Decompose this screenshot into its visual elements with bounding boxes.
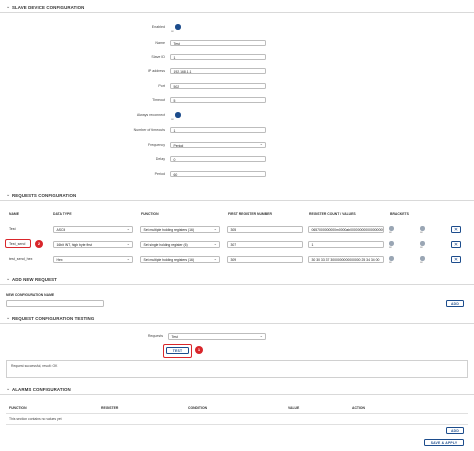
slave-field-label: Delay	[155, 157, 165, 161]
delete-request-button[interactable]: ✕	[451, 226, 461, 233]
request-data-type-select[interactable]: ASCII	[53, 226, 133, 233]
slave-field-input[interactable]: 0	[170, 155, 266, 162]
col-brackets: BRACKETS	[390, 212, 409, 216]
slave-field-label: Port	[158, 84, 165, 88]
request-function-select[interactable]: Set single holding register (6)	[140, 241, 220, 248]
alarm-col-value: VALUE	[288, 406, 300, 410]
request-brackets-toggle[interactable]: on	[389, 256, 405, 264]
new-config-name-input[interactable]	[6, 300, 104, 307]
slave-field-toggle[interactable]: on	[171, 112, 181, 121]
request-enable-toggle[interactable]: on	[420, 226, 436, 234]
alarm-col-register: REGISTER	[101, 406, 119, 410]
toggle-knob	[175, 24, 181, 30]
slave-field-label: Timeout	[152, 98, 165, 102]
slave-field-input[interactable]: 192.168.1.1	[170, 67, 266, 74]
request-function-select[interactable]: Set multiple holding registers (16)	[140, 226, 220, 233]
callout-badge-2: 2	[35, 240, 43, 248]
request-first-register-input[interactable]: 307	[227, 241, 303, 248]
col-name: NAME	[9, 212, 19, 216]
testing-section-header[interactable]: ⌄ REQUEST CONFIGURATION TESTING	[0, 314, 474, 324]
col-first-register: FIRST REGISTER NUMBER	[228, 212, 272, 216]
slave-field-input[interactable]: 5	[170, 96, 266, 103]
slave-section-title: SLAVE DEVICE CONFIGURATION	[12, 5, 85, 10]
request-row-name: Test	[9, 227, 16, 231]
close-icon: ✕	[453, 227, 459, 233]
request-brackets-toggle[interactable]: on	[389, 241, 405, 249]
request-register-count-input[interactable]: 0657000000000m0000ab0000000000000000000	[308, 226, 384, 233]
slave-field-label: Frequency	[148, 143, 165, 147]
requests-section-header[interactable]: ⌄ REQUESTS CONFIGURATION	[0, 191, 474, 201]
testing-section-title: REQUEST CONFIGURATION TESTING	[12, 316, 95, 321]
slave-field-input[interactable]: 60	[170, 170, 266, 177]
slave-field-label: Always reconnect	[136, 113, 165, 117]
toggle-state-text: on	[389, 245, 392, 249]
alarms-section-header[interactable]: ⌄ ALARMS CONFIGURATION	[0, 385, 474, 395]
request-data-type-select[interactable]: 16bit INT, high byte first	[53, 241, 133, 248]
slave-field-toggle[interactable]: on	[171, 24, 181, 33]
close-icon: ✕	[453, 257, 459, 263]
alarms-header-divider	[6, 413, 468, 414]
add-request-section-header[interactable]: ⌄ ADD NEW REQUEST	[0, 275, 474, 285]
add-request-section-title: ADD NEW REQUEST	[12, 277, 57, 282]
toggle-state-text: on	[389, 260, 392, 264]
slave-field-label: IP address	[147, 69, 165, 73]
slave-field-label: Number of timeouts	[133, 128, 165, 132]
slave-field-input[interactable]: 502	[170, 82, 266, 89]
slave-field-select[interactable]: Period	[170, 141, 266, 148]
slave-field-label: Name	[155, 41, 165, 45]
request-enable-toggle[interactable]: on	[420, 256, 436, 264]
request-first-register-input[interactable]: 305	[227, 226, 303, 233]
request-data-type-select[interactable]: Hex	[53, 256, 133, 263]
close-icon: ✕	[453, 242, 459, 248]
toggle-state-text: on	[171, 29, 174, 33]
slave-field-input[interactable]: 1	[170, 53, 266, 60]
slave-field-input[interactable]: 1	[170, 126, 266, 133]
alarm-col-action: ACTION	[352, 406, 365, 410]
slave-field-input[interactable]: Test	[170, 39, 266, 46]
toggle-state-text: on	[420, 260, 423, 264]
toggle-state-text: on	[420, 230, 423, 234]
toggle-state-text: on	[171, 117, 174, 121]
request-function-select[interactable]: Set multiple holding registers (16)	[140, 256, 220, 263]
requests-select[interactable]: Test	[168, 333, 266, 340]
add-alarm-button[interactable]: ADD	[446, 427, 464, 434]
test-button[interactable]: TEST	[166, 347, 189, 354]
toggle-knob	[175, 112, 181, 118]
alarm-col-condition: CONDITION	[188, 406, 208, 410]
test-result-text: Request successful, result: OK	[11, 364, 58, 368]
callout-highlight-row-name	[5, 239, 31, 248]
add-request-button[interactable]: ADD	[446, 300, 464, 307]
request-first-register-input[interactable]: 309	[227, 256, 303, 263]
save-apply-button[interactable]: SAVE & APPLY	[424, 439, 464, 446]
slave-field-label: Enabled	[151, 25, 165, 29]
requests-section-title: REQUESTS CONFIGURATION	[12, 193, 77, 198]
callout-badge-1: 1	[195, 346, 203, 354]
slave-section-header[interactable]: ⌄ SLAVE DEVICE CONFIGURATION	[0, 3, 474, 13]
col-function: FUNCTION	[141, 212, 159, 216]
toggle-state-text: on	[389, 230, 392, 234]
new-config-name-label: NEW CONFIGURATION NAME	[6, 293, 55, 297]
request-row-name: test_send_hex	[9, 257, 33, 261]
request-brackets-toggle[interactable]: on	[389, 226, 405, 234]
toggle-state-text: on	[420, 245, 423, 249]
alarms-empty-text: This section contains no values yet	[9, 417, 62, 421]
alarms-body-divider	[6, 424, 468, 425]
col-data-type: DATA TYPE	[53, 212, 72, 216]
request-enable-toggle[interactable]: on	[420, 241, 436, 249]
col-register-count: REGISTER COUNT / VALUES	[309, 212, 356, 216]
slave-field-label: Slave ID	[151, 55, 165, 59]
request-register-count-input[interactable]: 30 30 33 37 3000000000000000 25 34 34 00	[308, 256, 384, 263]
delete-request-button[interactable]: ✕	[451, 241, 461, 248]
alarms-section-title: ALARMS CONFIGURATION	[12, 387, 71, 392]
test-result-box: Request successful, result: OK	[6, 360, 468, 378]
slave-field-label: Period	[154, 172, 165, 176]
delete-request-button[interactable]: ✕	[451, 256, 461, 263]
request-register-count-input[interactable]: 1	[308, 241, 384, 248]
alarm-col-function: FUNCTION	[9, 406, 27, 410]
requests-select-label: Requests	[147, 334, 163, 338]
